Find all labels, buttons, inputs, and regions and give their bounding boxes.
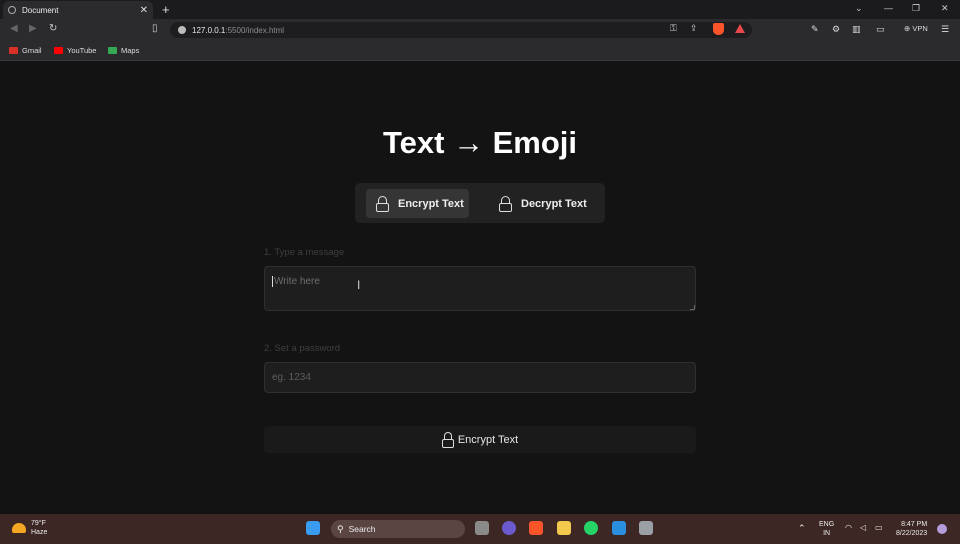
taskbar-search[interactable]: ⚲ Search bbox=[331, 520, 465, 538]
extensions-icon[interactable]: ⚙ bbox=[832, 24, 840, 35]
time: 8:47 PM bbox=[901, 521, 928, 528]
submit-label: Encrypt Text bbox=[457, 433, 519, 446]
forward-icon[interactable]: ▶ bbox=[29, 23, 37, 34]
share-icon[interactable]: ⇪ bbox=[690, 23, 698, 34]
password-label: 2. Set a password bbox=[264, 343, 341, 354]
globe-icon bbox=[8, 6, 16, 14]
weather-temp: 79°F bbox=[31, 520, 46, 527]
vscode-icon[interactable] bbox=[612, 521, 626, 535]
app-icon[interactable] bbox=[639, 521, 653, 535]
bookmark-label: YouTube bbox=[67, 46, 97, 55]
page-title: Text → Emoji bbox=[382, 125, 578, 160]
volume-icon[interactable]: ◁ bbox=[860, 523, 866, 532]
lang-top: ENG bbox=[819, 521, 835, 528]
encrypt-mode-label: Encrypt Text bbox=[398, 197, 464, 210]
decrypt-mode-label: Decrypt Text bbox=[521, 197, 587, 210]
password-placeholder: eg. 1234 bbox=[272, 372, 311, 383]
brave-rewards-icon[interactable] bbox=[735, 24, 745, 33]
maps-icon bbox=[108, 47, 117, 54]
lock-icon bbox=[499, 195, 512, 212]
lang-bottom: IN bbox=[823, 530, 831, 537]
brave-browser-icon[interactable] bbox=[529, 521, 543, 535]
notification-icon[interactable] bbox=[937, 524, 947, 534]
text-caret bbox=[272, 276, 273, 287]
weather-widget[interactable]: 79°F Haze bbox=[12, 519, 47, 537]
weather-desc: Haze bbox=[31, 529, 48, 536]
close-tab-icon[interactable]: ✕ bbox=[140, 5, 148, 16]
encrypt-mode-button[interactable]: Encrypt Text bbox=[366, 189, 469, 218]
vpn-label: VPN bbox=[912, 24, 928, 33]
brave-shields-icon[interactable] bbox=[713, 23, 724, 35]
encrypt-submit-button[interactable]: Encrypt Text bbox=[264, 426, 696, 453]
whatsapp-icon[interactable] bbox=[584, 521, 598, 535]
new-tab-button[interactable]: + bbox=[162, 2, 170, 17]
windows-start-icon[interactable] bbox=[306, 521, 320, 535]
browser-toolbar: ◀ ▶ ↻ ▯ 127.0.0.1:5500/index.html ⚿ ⇪ ✎ … bbox=[0, 19, 960, 41]
pen-icon[interactable]: ✎ bbox=[811, 24, 819, 35]
file-explorer-icon[interactable] bbox=[557, 521, 571, 535]
task-view-icon[interactable] bbox=[475, 521, 489, 535]
bookmark-maps[interactable]: Maps bbox=[108, 46, 139, 55]
bookmark-gmail[interactable]: Gmail bbox=[9, 46, 42, 55]
mode-switch: Encrypt Text Decrypt Text bbox=[355, 183, 605, 223]
battery-icon[interactable]: ▭ bbox=[875, 523, 883, 532]
vpn-button[interactable]: ⊕ VPN bbox=[904, 24, 928, 33]
language-indicator[interactable]: ENG IN bbox=[819, 520, 834, 538]
restore-icon[interactable]: ❐ bbox=[912, 3, 920, 14]
message-textarea[interactable]: Write here bbox=[264, 266, 696, 311]
menu-icon[interactable]: ☰ bbox=[941, 24, 949, 35]
address-bar[interactable]: 127.0.0.1:5500/index.html bbox=[170, 22, 752, 38]
wallet-icon[interactable]: ▭ bbox=[876, 24, 885, 35]
gmail-icon bbox=[9, 47, 18, 54]
reload-icon[interactable]: ↻ bbox=[49, 23, 57, 34]
password-input[interactable]: eg. 1234 bbox=[264, 362, 696, 393]
message-label: 1. Type a message bbox=[264, 247, 345, 258]
url-path: :5500/index.html bbox=[225, 25, 285, 35]
chevron-down-icon[interactable]: ⌄ bbox=[855, 3, 863, 14]
page-content: Text → Emoji Encrypt Text Decrypt Text 1… bbox=[0, 62, 960, 514]
bookmark-label: Gmail bbox=[22, 46, 42, 55]
date: 8/22/2023 bbox=[896, 530, 928, 537]
key-icon[interactable]: ⚿ bbox=[670, 23, 677, 34]
bookmark-label: Maps bbox=[121, 46, 140, 55]
url-host: 127.0.0.1 bbox=[192, 25, 226, 35]
minimize-icon[interactable]: — bbox=[884, 3, 893, 13]
text-cursor-icon: I bbox=[357, 278, 361, 292]
browser-tab[interactable]: Document ✕ bbox=[3, 1, 153, 19]
sidebar-icon[interactable]: ▥ bbox=[852, 24, 861, 35]
youtube-icon bbox=[54, 47, 63, 54]
lock-icon bbox=[441, 432, 454, 448]
clock[interactable]: 8:47 PM 8/22/2023 bbox=[896, 520, 927, 538]
message-placeholder: Write here bbox=[274, 276, 320, 288]
taskbar: 79°F Haze ⚲ Search ⌃ ENG IN ◠ ◁ ▭ 8:47 P… bbox=[0, 514, 960, 544]
wifi-icon[interactable]: ◠ bbox=[845, 523, 852, 532]
teams-icon[interactable] bbox=[502, 521, 516, 535]
site-info-icon[interactable] bbox=[178, 26, 186, 34]
resize-handle[interactable] bbox=[690, 305, 695, 310]
back-icon[interactable]: ◀ bbox=[10, 23, 18, 34]
chevron-up-icon[interactable]: ⌃ bbox=[798, 523, 806, 534]
bookmark-youtube[interactable]: YouTube bbox=[54, 46, 96, 55]
lock-icon bbox=[376, 195, 389, 212]
decrypt-mode-button[interactable]: Decrypt Text bbox=[489, 189, 597, 218]
search-icon: ⚲ bbox=[337, 523, 344, 534]
browser-tab-bar: Document ✕ + ⌄ — ❐ ✕ bbox=[0, 0, 960, 19]
bookmarks-bar: Gmail YouTube Maps bbox=[0, 41, 960, 61]
weather-haze-icon bbox=[12, 523, 26, 533]
tab-title: Document bbox=[22, 5, 59, 15]
search-label: Search bbox=[348, 524, 376, 534]
bookmark-icon[interactable]: ▯ bbox=[152, 23, 158, 34]
close-window-icon[interactable]: ✕ bbox=[941, 3, 949, 14]
